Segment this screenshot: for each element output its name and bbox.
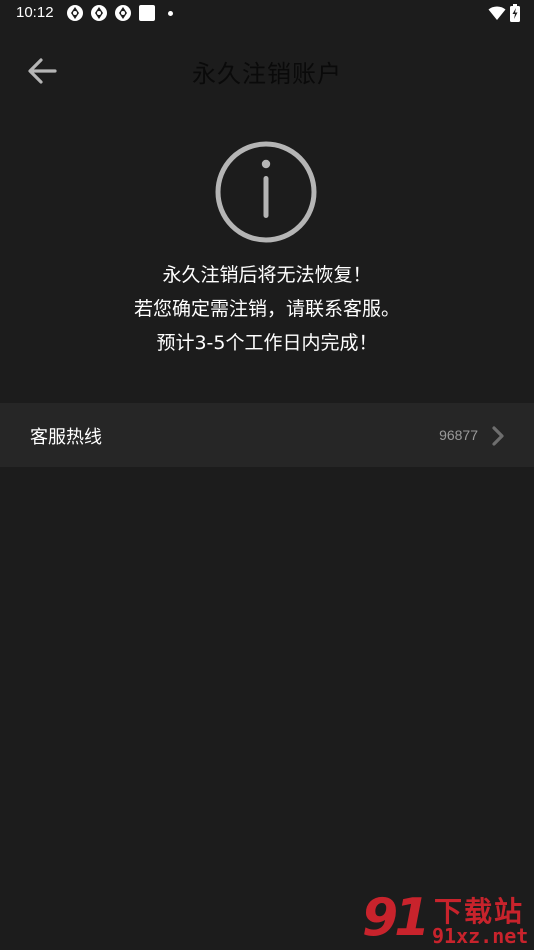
watermark-logo: 91 下载站 91xz.net bbox=[362, 888, 534, 950]
status-bar: 10:12 bbox=[0, 0, 534, 28]
page-title: 永久注销账户 bbox=[192, 60, 342, 88]
chevron-right-icon bbox=[492, 426, 504, 446]
app-bar: 永久注销账户 bbox=[0, 40, 534, 102]
more-notifications-dot-icon bbox=[168, 10, 173, 16]
watermark-mark: 91 bbox=[362, 888, 430, 948]
deactivation-warning: 永久注销后将无法恢复！ 若您确定需注销，请联系客服。 预计3-5个工作日内完成！ bbox=[0, 258, 534, 360]
warning-line: 预计3-5个工作日内完成！ bbox=[156, 332, 378, 354]
warning-line: 永久注销后将无法恢复！ bbox=[162, 264, 372, 286]
notification-icons bbox=[66, 4, 173, 22]
square-notification-icon bbox=[139, 5, 155, 21]
system-icons bbox=[488, 4, 520, 22]
customer-service-hotline-row[interactable]: 客服热线 96877 bbox=[0, 403, 534, 467]
app-notification-icon bbox=[115, 5, 131, 21]
hotline-label: 客服热线 bbox=[30, 427, 102, 448]
warning-line: 若您确定需注销，请联系客服。 bbox=[133, 298, 400, 320]
info-icon bbox=[215, 141, 317, 243]
app-notification-icon bbox=[67, 5, 83, 21]
battery-charging-icon bbox=[510, 4, 520, 22]
wifi-icon bbox=[488, 6, 506, 20]
watermark-url: 91xz.net bbox=[432, 924, 529, 948]
status-time: 10:12 bbox=[16, 4, 54, 21]
app-notification-icon bbox=[91, 5, 107, 21]
hotline-number: 96877 bbox=[439, 427, 478, 443]
